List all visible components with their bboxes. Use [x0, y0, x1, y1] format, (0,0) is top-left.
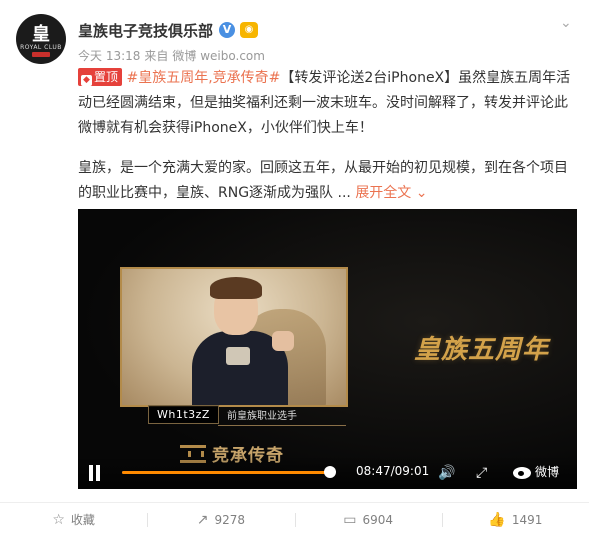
inset-person-hand — [272, 331, 294, 351]
weibo-logo: 微博 — [512, 463, 559, 480]
comment-icon: ▭ — [343, 511, 357, 528]
post-source[interactable]: 微博 weibo.com — [172, 47, 265, 64]
thumbs-up-icon: 👍 — [488, 511, 506, 528]
source-prefix: 来自 — [144, 49, 169, 63]
favorite-button[interactable]: ☆ 收藏 — [0, 503, 147, 536]
like-count: 1491 — [511, 512, 543, 527]
video-player[interactable]: Wh1t3zZ 前皇族职业选手 皇族五周年 竞承传奇 08:47/09:01 🔊… — [78, 209, 577, 489]
post-time[interactable]: 今天 13:18 — [78, 47, 140, 64]
pinned-badge-label: 置顶 — [94, 70, 119, 84]
avatar-logo: 皇 — [32, 24, 50, 45]
weibo-eye-icon — [512, 464, 532, 480]
weibo-brand: 微博 — [535, 465, 560, 479]
post-text-main: ◆ 置顶 #皇族五周年,竞承传奇#【转发评论送2台iPhoneX】虽然皇族五周年活… — [78, 66, 578, 141]
pin-icon: ◆ — [81, 75, 92, 86]
volume-icon[interactable]: 🔊 — [438, 465, 456, 481]
weibo-post-card: 皇 ROYAL CLUB 皇族电子竞技俱乐部 V ◉ 今天 13:18 来自 微… — [0, 0, 589, 536]
progress-fill — [122, 471, 331, 474]
inset-person-hair — [210, 277, 262, 299]
action-bar: ☆ 收藏 ↗ 9278 ▭ 6904 👍 1491 — [0, 502, 589, 536]
expand-full-text-link[interactable]: 展开全文 ⌄ — [355, 185, 427, 201]
video-inset-frame — [120, 267, 348, 407]
repost-count: 9278 — [214, 512, 246, 527]
post-meta: 今天 13:18 来自 微博 weibo.com — [78, 47, 265, 64]
inset-shirt-print — [226, 347, 250, 365]
avatar-accent — [32, 52, 50, 57]
expand-label: 展开全文 — [355, 185, 412, 201]
player-name: Wh1t3zZ — [148, 404, 219, 424]
user-name-link[interactable]: 皇族电子竞技俱乐部 — [78, 20, 213, 41]
video-controls: 08:47/09:01 🔊 ⤢ 微博 — [78, 455, 577, 489]
comment-count: 6904 — [362, 512, 394, 527]
avatar[interactable]: 皇 ROYAL CLUB — [16, 14, 66, 64]
comment-button[interactable]: ▭ 6904 — [294, 503, 442, 536]
chevron-down-icon[interactable]: ⌄ — [560, 16, 574, 30]
fullscreen-icon[interactable]: ⤢ — [476, 465, 492, 481]
hashtag-link[interactable]: #皇族五周年,竞承传奇# — [126, 70, 280, 86]
user-name-row: 皇族电子竞技俱乐部 V ◉ — [78, 19, 259, 41]
star-icon: ☆ — [52, 511, 65, 528]
verified-icon[interactable]: V — [219, 22, 236, 38]
expand-chevron-icon: ⌄ — [415, 185, 428, 201]
member-icon[interactable]: ◉ — [240, 22, 259, 38]
like-button[interactable]: 👍 1491 — [441, 503, 589, 536]
progress-handle[interactable] — [324, 466, 337, 478]
player-description: 前皇族职业选手 — [226, 410, 297, 422]
calligraphy-title: 皇族五周年 — [414, 335, 550, 365]
favorite-label: 收藏 — [70, 513, 95, 527]
player-caption: Wh1t3zZ 前皇族职业选手 — [148, 404, 297, 424]
avatar-subtext: ROYAL CLUB — [20, 44, 62, 51]
pause-icon[interactable] — [88, 465, 102, 481]
time-display: 08:47/09:01 — [356, 464, 430, 478]
pinned-badge: ◆ 置顶 — [78, 68, 123, 86]
repost-icon: ↗ — [196, 511, 209, 528]
post-text-secondary: 皇族，是一个充满大爱的家。回顾这五年，从最开始的初见规模，到在各个项目的职业比赛… — [78, 156, 578, 206]
repost-button[interactable]: ↗ 9278 — [147, 503, 294, 536]
caption-underline — [218, 425, 346, 426]
post-text-2: 皇族，是一个充满大爱的家。回顾这五年，从最开始的初见规模，到在各个项目的职业比赛… — [78, 160, 568, 201]
progress-bar[interactable] — [122, 466, 337, 478]
